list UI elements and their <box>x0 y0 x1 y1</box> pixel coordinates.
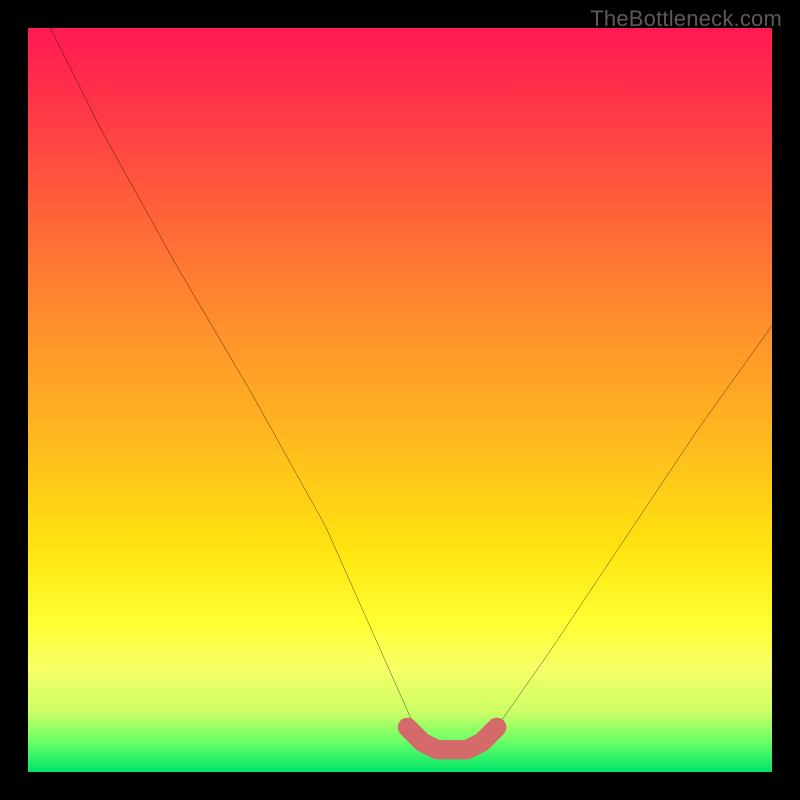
watermark-text: TheBottleneck.com <box>590 6 782 32</box>
plot-area <box>28 28 772 772</box>
optimal-band <box>407 727 496 749</box>
chart-frame: TheBottleneck.com <box>0 0 800 800</box>
curve-layer <box>28 28 772 772</box>
bottleneck-curve <box>50 28 772 750</box>
